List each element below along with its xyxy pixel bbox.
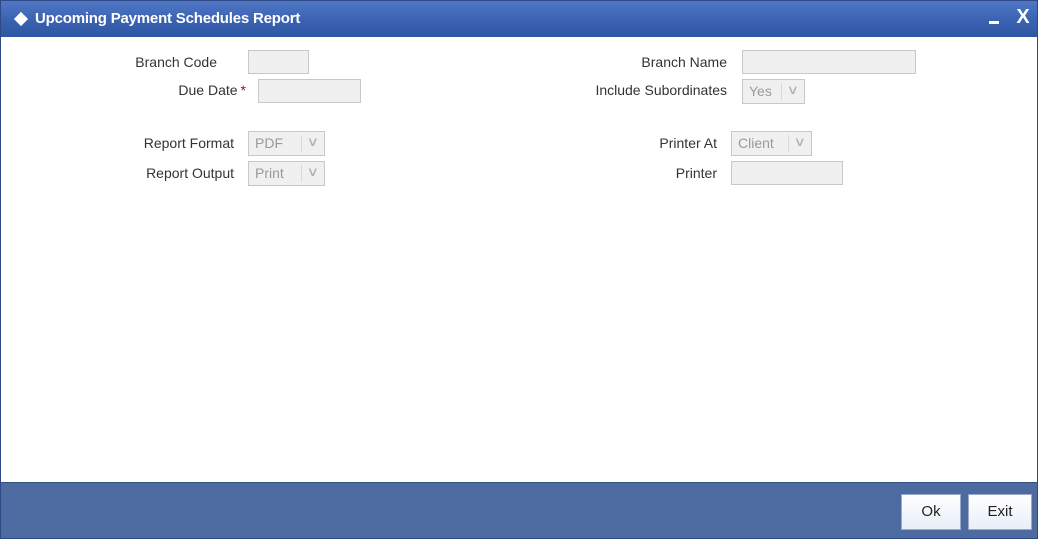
report-output-select[interactable]: Print ∨ [248, 161, 325, 186]
report-output-label: Report Output [146, 165, 234, 181]
chevron-down-icon: ∨ [787, 82, 800, 97]
include-subordinates-label: Include Subordinates [595, 82, 727, 98]
select-divider [781, 83, 782, 100]
select-divider [301, 135, 302, 152]
exit-button[interactable]: Exit [968, 494, 1032, 530]
ok-button[interactable]: Ok [901, 494, 961, 530]
select-divider [301, 165, 302, 182]
minimize-icon [989, 21, 999, 24]
due-date-label-text: Due Date [178, 82, 238, 98]
branch-name-input[interactable] [742, 50, 916, 74]
include-subordinates-value: Yes [749, 83, 772, 99]
include-subordinates-select[interactable]: Yes ∨ [742, 79, 805, 104]
required-marker: * [240, 82, 246, 98]
select-divider [788, 135, 789, 152]
chevron-down-icon: ∨ [307, 164, 320, 179]
close-button[interactable]: X [1013, 7, 1033, 27]
printer-label: Printer [675, 165, 717, 181]
printer-input[interactable] [731, 161, 843, 185]
report-format-label: Report Format [143, 135, 234, 151]
report-output-value: Print [255, 165, 284, 181]
window-title: Upcoming Payment Schedules Report [35, 10, 301, 27]
report-format-select[interactable]: PDF ∨ [248, 131, 325, 156]
printer-at-select[interactable]: Client ∨ [731, 131, 812, 156]
printer-at-value: Client [738, 135, 774, 151]
footer-bar: Ok Exit [1, 482, 1037, 538]
report-format-value: PDF [255, 135, 283, 151]
branch-code-label: Branch Code [135, 54, 217, 70]
due-date-input[interactable] [258, 79, 361, 103]
chevron-down-icon: ∨ [307, 134, 320, 149]
printer-at-label: Printer At [659, 135, 717, 151]
title-bar: Upcoming Payment Schedules Report X [1, 1, 1037, 37]
branch-code-input[interactable] [248, 50, 309, 74]
due-date-label: Due Date * [101, 82, 246, 98]
report-window: Upcoming Payment Schedules Report X Bran… [0, 0, 1038, 539]
minimize-button[interactable] [986, 7, 1004, 29]
diamond-icon [13, 11, 29, 27]
chevron-down-icon: ∨ [794, 134, 807, 149]
branch-name-label: Branch Name [641, 54, 727, 70]
